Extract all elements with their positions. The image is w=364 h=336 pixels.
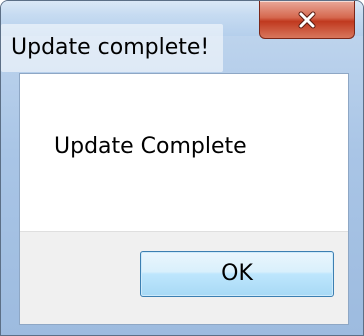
button-footer: OK — [20, 231, 348, 324]
dialog-content: Update Complete OK — [19, 73, 349, 325]
dialog-title: Update complete! — [1, 24, 224, 72]
ok-button[interactable]: OK — [140, 251, 334, 297]
dialog-message: Update Complete — [54, 134, 247, 159]
close-button[interactable] — [259, 1, 355, 39]
close-icon — [298, 11, 316, 28]
dialog-window: Update complete! Update Complete OK — [0, 0, 364, 336]
title-bar: Update complete! — [1, 1, 363, 72]
